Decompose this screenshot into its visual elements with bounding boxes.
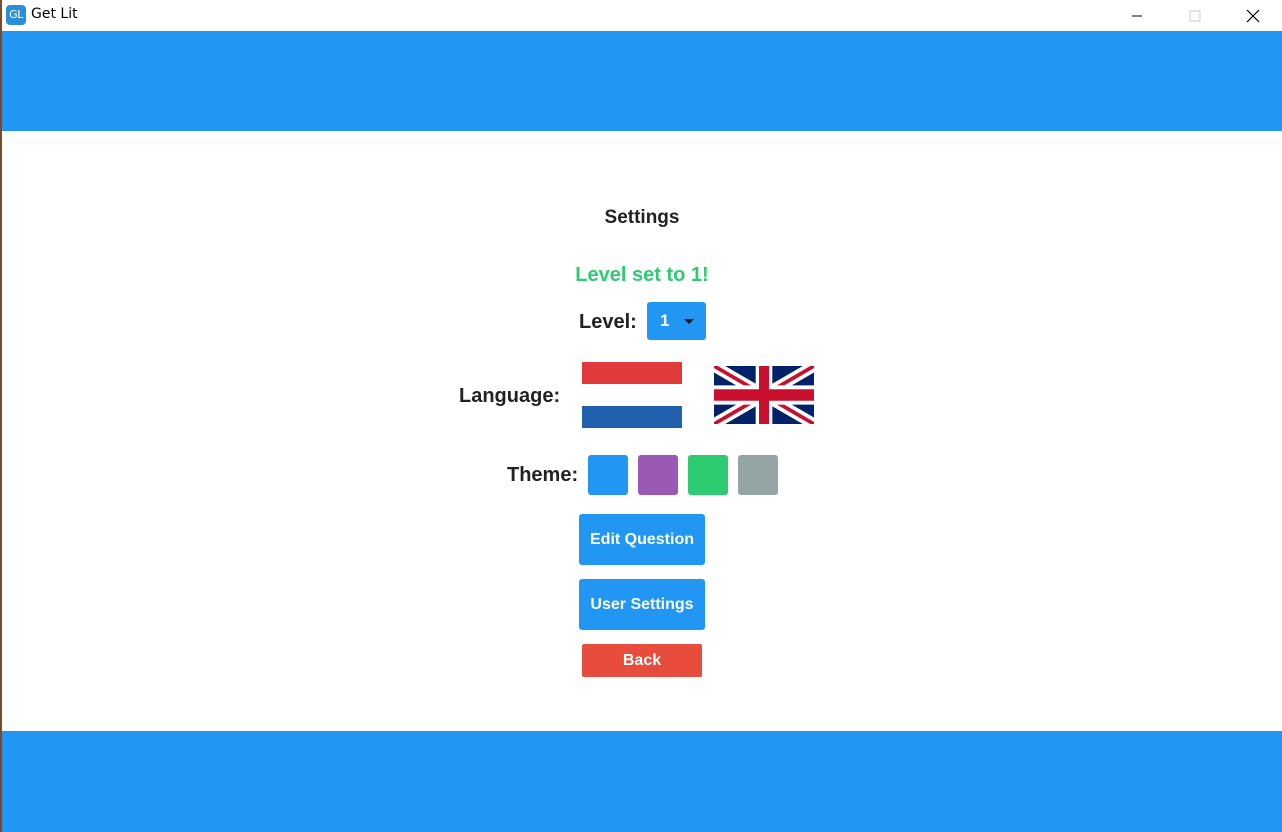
theme-swatch-green[interactable] <box>688 455 728 495</box>
window-title: Get Lit <box>31 6 78 22</box>
maximize-icon <box>1189 10 1201 21</box>
level-dropdown[interactable]: 1 <box>647 302 706 340</box>
status-message: Level set to 1! <box>575 264 709 286</box>
theme-label: Theme: <box>507 464 579 486</box>
level-selected-value: 1 <box>660 311 670 330</box>
level-label: Level: <box>579 311 637 333</box>
dutch-flag-button[interactable] <box>582 362 682 428</box>
back-button[interactable]: Back <box>582 644 702 677</box>
header-band <box>2 31 1282 131</box>
language-label: Language: <box>459 385 561 407</box>
footer-band <box>2 731 1282 832</box>
app-logo-icon: GL <box>6 5 26 25</box>
page-title: Settings <box>604 207 680 228</box>
user-settings-button[interactable]: User Settings <box>579 579 705 630</box>
theme-swatch-gray[interactable] <box>738 455 778 495</box>
app-window: GL Get Lit Settings Level set to 1! Leve… <box>0 0 1282 832</box>
close-button[interactable] <box>1230 0 1276 31</box>
close-icon <box>1246 9 1260 22</box>
minimize-icon <box>1132 15 1142 16</box>
uk-flag-icon <box>711 360 817 430</box>
edit-question-button[interactable]: Edit Question <box>579 514 705 565</box>
flag-stripe-blue <box>582 406 682 428</box>
theme-swatch-purple[interactable] <box>638 455 678 495</box>
uk-flag-button[interactable] <box>711 360 817 430</box>
flag-stripe-white <box>582 384 682 406</box>
title-bar: GL Get Lit <box>2 0 1282 31</box>
theme-swatch-blue[interactable] <box>588 455 628 495</box>
flag-stripe-red <box>582 362 682 384</box>
minimize-button[interactable] <box>1114 0 1160 31</box>
maximize-button[interactable] <box>1172 0 1218 31</box>
chevron-down-icon <box>684 319 694 324</box>
